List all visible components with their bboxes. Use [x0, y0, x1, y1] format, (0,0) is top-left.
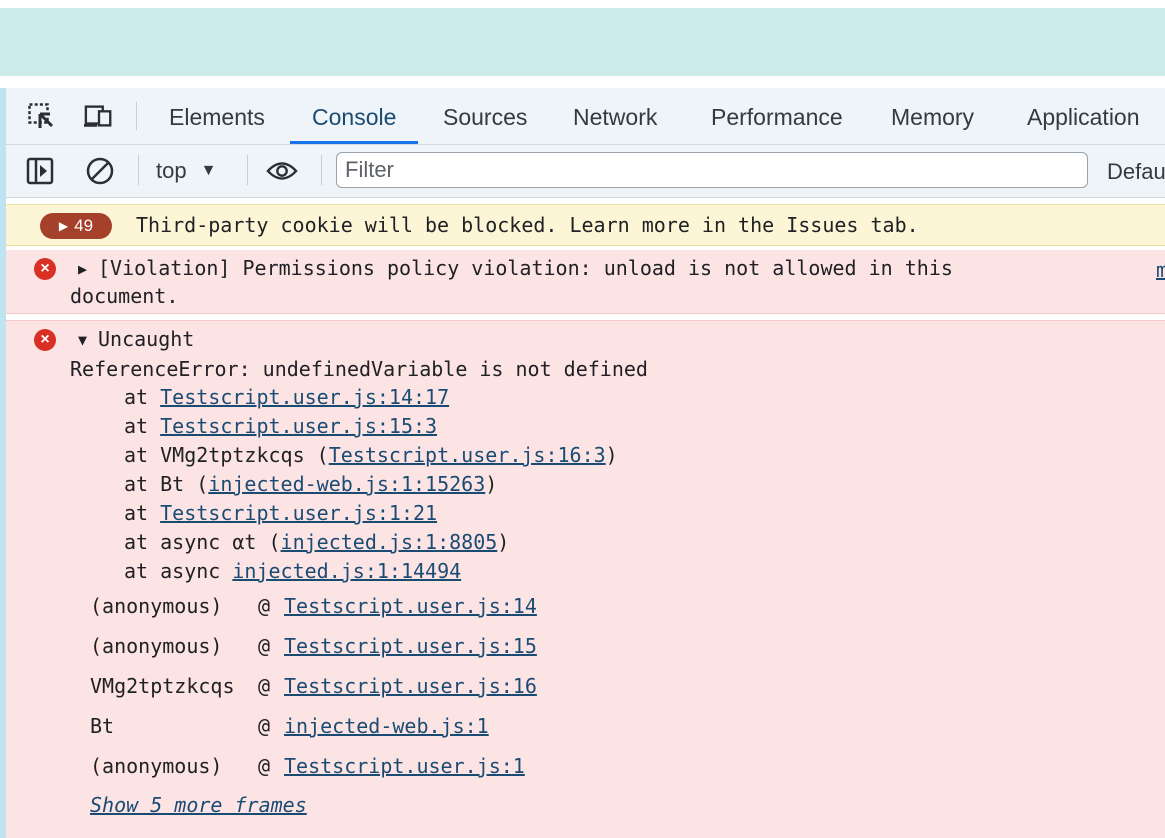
clear-console-icon[interactable] [84, 155, 116, 187]
context-selector[interactable]: top ▼ [156, 153, 216, 189]
uncaught-error-row: × ▼ Uncaught ReferenceError: undefinedVa… [6, 320, 1165, 838]
error-icon: × [34, 329, 56, 351]
log-levels-dropdown[interactable]: Defau [1107, 153, 1165, 189]
error-icon: × [34, 258, 56, 280]
violation-source-link[interactable]: m [1156, 258, 1165, 282]
tab-bar-separator [136, 102, 137, 130]
stack-frame-line: at VMg2tptzkcqs (Testscript.user.js:16:3… [124, 443, 618, 467]
stack-frame-line: at Bt (injected-web.js:1:15263) [124, 472, 497, 496]
call-frame-link[interactable]: Testscript.user.js:1 [284, 754, 525, 778]
call-frame-link[interactable]: Testscript.user.js:16 [284, 674, 537, 698]
call-frame-link[interactable]: Testscript.user.js:14 [284, 594, 537, 618]
issues-message-row: ▶ 49 Third-party cookie will be blocked.… [6, 204, 1165, 246]
stack-frame-prefix: at async αt ( [124, 530, 281, 554]
call-frame-row: (anonymous) @ Testscript.user.js:1 [90, 754, 525, 782]
tab-performance[interactable]: Performance [711, 88, 843, 144]
stack-frame-link[interactable]: Testscript.user.js:15:3 [160, 414, 437, 438]
device-toolbar-icon[interactable] [84, 102, 114, 130]
stack-frame-suffix: ) [605, 443, 618, 467]
toolbar-separator [321, 155, 322, 185]
error-message: ReferenceError: undefinedVariable is not… [70, 357, 648, 381]
browser-top-area [0, 0, 1165, 88]
collapse-triangle-icon[interactable]: ▼ [78, 331, 87, 349]
live-expression-eye-icon[interactable] [266, 155, 298, 187]
stack-frame-prefix: at async [124, 559, 233, 583]
violation-message-row: × ▶ [Violation] Permissions policy viola… [6, 250, 1165, 314]
call-frame-function: Bt [90, 714, 115, 738]
call-frame-row: Bt @ injected-web.js:1 [90, 714, 489, 742]
issues-message-text: Third-party cookie will be blocked. Lear… [136, 213, 919, 237]
call-frame-at: @ [258, 594, 271, 618]
stack-frame-line: at async αt (injected.js:1:8805) [124, 530, 509, 554]
issues-count: 49 [74, 216, 94, 235]
call-frame-at: @ [258, 634, 271, 658]
context-value: top [156, 158, 187, 183]
stack-frame-link[interactable]: Testscript.user.js:14:17 [160, 385, 449, 409]
toolbar-separator [247, 155, 248, 185]
call-frame-function: (anonymous) [90, 634, 223, 658]
toolbar-separator [138, 155, 139, 185]
call-frame-row: VMg2tptzkcqs @ Testscript.user.js:16 [90, 674, 537, 702]
stack-frame-link[interactable]: Testscript.user.js:16:3 [329, 443, 606, 467]
expand-triangle-icon[interactable]: ▶ [78, 260, 87, 278]
stack-frame-prefix: at [124, 501, 161, 525]
stack-frame-suffix: ) [485, 472, 498, 496]
devtools-panel: Elements Console Sources Network Perform… [0, 88, 1165, 838]
stack-frame-link[interactable]: injected.js:1:8805 [281, 530, 498, 554]
tab-network[interactable]: Network [573, 88, 657, 144]
stack-frame-line: at Testscript.user.js:14:17 [124, 385, 449, 409]
stack-frame-line: at Testscript.user.js:15:3 [124, 414, 437, 438]
devtools-tab-bar: Elements Console Sources Network Perform… [6, 88, 1165, 145]
call-frame-at: @ [258, 754, 271, 778]
call-frame-link[interactable]: Testscript.user.js:15 [284, 634, 537, 658]
stack-frame-link[interactable]: Testscript.user.js:1:21 [160, 501, 437, 525]
violation-text-line1: [Violation] Permissions policy violation… [98, 256, 953, 280]
violation-text-line2: document. [70, 284, 179, 308]
play-triangle-icon: ▶ [58, 219, 69, 233]
stack-frame-suffix: ) [497, 530, 510, 554]
call-frame-at: @ [258, 674, 271, 698]
uncaught-header: Uncaught [98, 327, 195, 351]
stack-frame-prefix: at [124, 385, 161, 409]
call-frame-row: (anonymous) @ Testscript.user.js:15 [90, 634, 537, 662]
stack-frame-line: at async injected.js:1:14494 [124, 559, 461, 583]
call-frame-link[interactable]: injected-web.js:1 [284, 714, 489, 738]
tab-memory[interactable]: Memory [891, 88, 974, 144]
call-frame-function: (anonymous) [90, 754, 223, 778]
call-frame-function: (anonymous) [90, 594, 223, 618]
chevron-down-icon: ▼ [200, 162, 217, 179]
console-toolbar: top ▼ Defau [6, 145, 1165, 198]
issues-count-badge[interactable]: ▶ 49 [40, 213, 112, 239]
page-banner [0, 8, 1165, 76]
stack-frame-prefix: at Bt ( [124, 472, 209, 496]
inspect-element-icon[interactable] [28, 102, 58, 130]
tab-application[interactable]: Application [1027, 88, 1140, 144]
call-frame-function: VMg2tptzkcqs [90, 674, 235, 698]
tab-console[interactable]: Console [289, 88, 419, 144]
stack-frame-link[interactable]: injected-web.js:1:15263 [208, 472, 485, 496]
show-more-frames-link[interactable]: Show 5 more frames [90, 793, 307, 817]
call-frame-at: @ [258, 714, 271, 738]
call-frame-row: (anonymous) @ Testscript.user.js:14 [90, 594, 537, 622]
stack-frame-prefix: at [124, 414, 161, 438]
tab-sources[interactable]: Sources [443, 88, 527, 144]
stack-frame-prefix: at VMg2tptzkcqs ( [124, 443, 329, 467]
stack-frame-link[interactable]: injected.js:1:14494 [232, 559, 461, 583]
filter-input[interactable] [336, 152, 1088, 188]
sidebar-toggle-icon[interactable] [24, 155, 56, 187]
stack-frame-line: at Testscript.user.js:1:21 [124, 501, 437, 525]
tab-elements[interactable]: Elements [169, 88, 265, 144]
console-output: ▶ 49 Third-party cookie will be blocked.… [6, 198, 1165, 838]
